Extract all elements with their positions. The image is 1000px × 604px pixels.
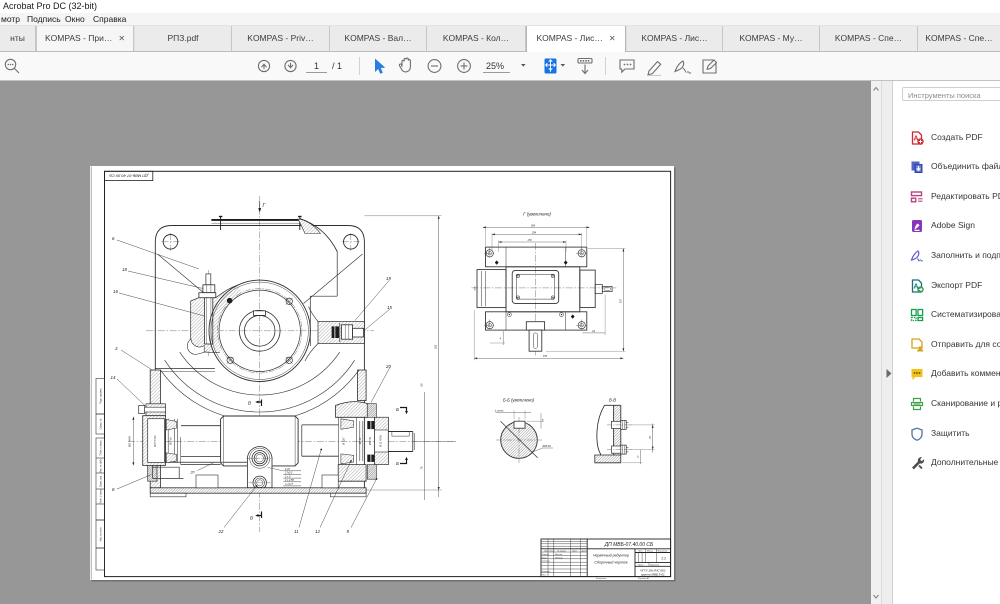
svg-text:Червячный редуктор: Червячный редуктор (593, 554, 629, 558)
svg-text:Формат А1: Формат А1 (638, 577, 649, 580)
svg-text:10: 10 (637, 455, 639, 458)
svg-text:16: 16 (113, 289, 118, 294)
svg-text:2 ≤ 5: 2 ≤ 5 (284, 475, 291, 478)
svg-text:Б-Б (увеличено): Б-Б (увеличено) (503, 398, 535, 403)
svg-text:Ø52 H9/d9: Ø52 H9/d9 (130, 435, 132, 448)
svg-text:/ 1: / 1 (332, 61, 342, 71)
svg-text:Утв.: Утв. (542, 574, 547, 576)
svg-text:25%: 25% (486, 61, 504, 71)
svg-text:4: 4 (500, 338, 502, 341)
svg-text:12: 12 (315, 529, 320, 534)
svg-text:60: 60 (419, 383, 423, 386)
svg-text:Ø35 k6: Ø35 k6 (171, 437, 173, 446)
svg-text:Перв. примен.: Перв. примен. (99, 388, 102, 404)
svg-text:4 ≥ 2,5П: 4 ≥ 2,5П (285, 479, 294, 482)
svg-text:В: В (250, 516, 253, 521)
svg-text:Пров.: Пров. (542, 557, 548, 559)
svg-text:Подп.: Подп. (572, 549, 578, 552)
svg-text:19: 19 (386, 276, 391, 281)
svg-text:3,4: 3,4 (542, 418, 545, 422)
svg-text:Справ. №: Справ. № (99, 418, 102, 429)
svg-text:В-В: В-В (609, 398, 616, 403)
svg-text:Ø35: Ø35 (474, 286, 476, 292)
svg-text:3: 3 (115, 346, 118, 351)
svg-text:Разраб.: Разраб. (542, 554, 550, 556)
svg-text:№ докум.: № докум. (557, 549, 567, 552)
svg-text:Ø 72k7: Ø 72k7 (344, 437, 346, 446)
svg-text:Взам. инв.: Взам. инв. (99, 475, 102, 487)
svg-text:22: 22 (218, 529, 224, 534)
svg-text:76: 76 (419, 466, 423, 469)
svg-text:В: В (248, 401, 251, 406)
svg-text:Подп. и дата: Подп. и дата (99, 440, 102, 456)
svg-text:1: 1 (314, 61, 319, 71)
svg-text:Сборочный чертеж: Сборочный чертеж (594, 561, 628, 565)
svg-text:Т.контр.: Т.контр. (542, 561, 551, 563)
svg-text:Лист: Лист (548, 550, 555, 552)
svg-text:Лит.: Лит. (637, 551, 643, 553)
svg-text:Лист: Лист (637, 565, 644, 567)
svg-text:Ø5 49: Ø5 49 (359, 437, 362, 445)
svg-text:ДП МВБ-07.40.00 СБ: ДП МВБ-07.40.00 СБ (109, 173, 149, 178)
svg-text:6: 6 (112, 236, 115, 241)
svg-text:8 JS9/h9: 8 JS9/h9 (495, 410, 504, 412)
svg-text:9: 9 (347, 529, 350, 534)
svg-text:20: 20 (385, 364, 391, 369)
svg-text:t ≥ 0,17: t ≥ 0,17 (285, 483, 294, 486)
svg-text:376: 376 (543, 355, 548, 358)
svg-text:Иванов: Иванов (555, 554, 563, 556)
svg-text:Ø28 h8: Ø28 h8 (542, 445, 552, 448)
svg-text:24: 24 (591, 330, 595, 333)
svg-text:304: 304 (531, 224, 536, 227)
svg-text:8: 8 (112, 487, 115, 492)
svg-text:75: 75 (649, 436, 652, 439)
svg-text:Ø50 H9: Ø50 H9 (370, 436, 372, 446)
svg-text:Инв. № дубл.: Инв. № дубл. (99, 458, 102, 473)
svg-text:337: 337 (619, 298, 622, 303)
svg-text:11: 11 (294, 529, 299, 534)
svg-text:18: 18 (122, 267, 127, 272)
svg-text:Масса: Масса (647, 551, 654, 553)
svg-text:254: 254 (531, 231, 537, 234)
svg-text:15: 15 (387, 305, 392, 310)
svg-text:Ø72 H7/h6: Ø72 H7/h6 (155, 435, 157, 448)
svg-text:Н.контр.: Н.контр. (542, 571, 551, 573)
svg-text:Петров: Петров (555, 557, 564, 559)
svg-text:170: 170 (527, 239, 532, 242)
svg-text:группа МВБ 5-01: группа МВБ 5-01 (641, 572, 665, 576)
svg-text:Подп. и дата: Подп. и дата (99, 488, 102, 504)
svg-text:Г: Г (263, 203, 267, 209)
svg-text:Масштаб: Масштаб (658, 551, 669, 553)
svg-text:302: 302 (434, 344, 438, 349)
svg-text:Копировал: Копировал (596, 578, 607, 580)
svg-text:Дата: Дата (581, 550, 588, 552)
svg-text:Б: Б (396, 461, 399, 466)
svg-text:20: 20 (190, 471, 195, 475)
svg-text:1:1: 1:1 (661, 557, 666, 561)
svg-text:Б: Б (396, 407, 399, 412)
svg-text:14: 14 (111, 375, 116, 380)
svg-text:Инв. № подл.: Инв. № подл. (99, 526, 102, 541)
svg-text:6 АТ: 6 АТ (285, 468, 290, 471)
svg-text:ДП МВБ-07.40.00 СБ: ДП МВБ-07.40.00 СБ (604, 542, 654, 548)
svg-text:Г (увеличено): Г (увеличено) (523, 212, 551, 217)
svg-text:17±0,2: 17±0,2 (285, 472, 293, 475)
svg-text:Листов 1: Листов 1 (649, 565, 659, 567)
svg-text:Ø 32 H7/h6: Ø 32 H7/h6 (381, 434, 383, 447)
